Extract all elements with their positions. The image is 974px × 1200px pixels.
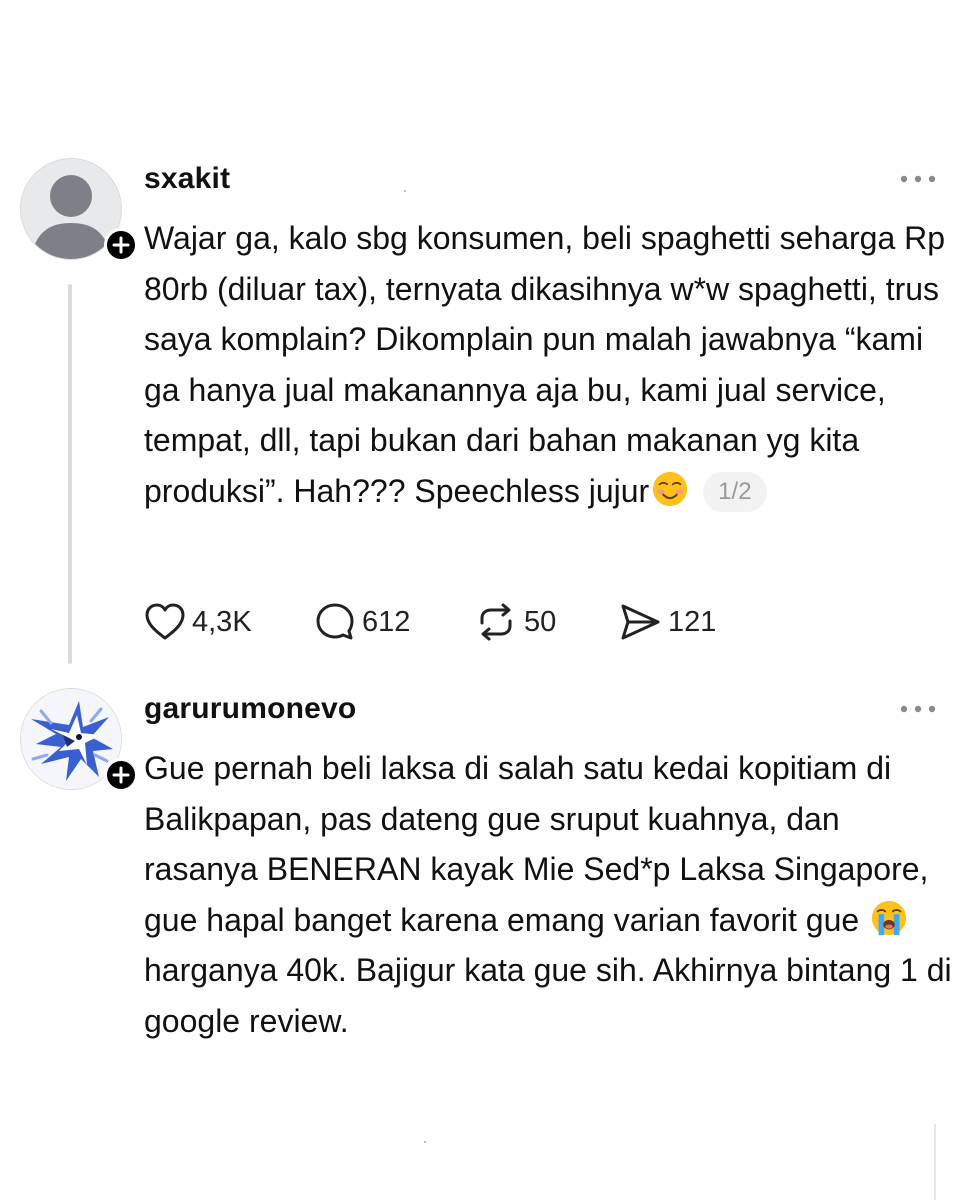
plus-icon bbox=[112, 766, 130, 784]
share-count: 121 bbox=[668, 605, 717, 638]
repost-icon bbox=[480, 603, 512, 641]
share-icon bbox=[621, 604, 660, 640]
post-text-before-emoji: Gue pernah beli laksa di salah satu keda… bbox=[144, 750, 929, 938]
username[interactable]: garurumonevo bbox=[144, 692, 356, 726]
reply-button[interactable]: 612 bbox=[314, 600, 410, 644]
username[interactable]: sxakit bbox=[144, 162, 230, 196]
post-1-avatar-wrap[interactable] bbox=[20, 158, 138, 262]
post-2-avatar-wrap[interactable] bbox=[20, 688, 138, 792]
more-options-icon bbox=[900, 705, 936, 713]
post-text-after-emoji: harganya 40k. Bajigur kata gue sih. Akhi… bbox=[144, 952, 952, 1039]
thread-connector-line bbox=[68, 284, 72, 664]
post-text: Wajar ga, kalo sbg konsumen, beli spaghe… bbox=[144, 213, 959, 516]
plus-icon bbox=[112, 236, 130, 254]
more-options-button[interactable] bbox=[898, 702, 938, 714]
heart-icon bbox=[145, 603, 185, 640]
page-indicator: 1/2 bbox=[703, 471, 767, 512]
divider-dot bbox=[404, 190, 406, 192]
action-bar: 4,3K 612 50 121 bbox=[144, 600, 784, 644]
repost-button[interactable]: 50 bbox=[474, 600, 556, 644]
post-text: Gue pernah beli laksa di salah satu keda… bbox=[144, 743, 959, 1046]
more-options-button[interactable] bbox=[898, 172, 938, 184]
comment-icon bbox=[316, 603, 354, 640]
scroll-edge-line bbox=[934, 1124, 936, 1200]
loudly-crying-face-emoji bbox=[871, 900, 907, 935]
divider-dot bbox=[424, 1141, 426, 1143]
more-options-icon bbox=[900, 175, 936, 183]
repost-count: 50 bbox=[524, 605, 557, 638]
reply-count: 612 bbox=[362, 605, 411, 638]
like-button[interactable]: 4,3K bbox=[144, 600, 252, 644]
post-text-content: Wajar ga, kalo sbg konsumen, beli spaghe… bbox=[144, 220, 946, 509]
smiling-face-emoji bbox=[653, 471, 688, 506]
like-count: 4,3K bbox=[192, 605, 252, 638]
follow-button[interactable] bbox=[104, 758, 138, 792]
follow-button[interactable] bbox=[104, 228, 138, 262]
share-button[interactable]: 121 bbox=[618, 600, 716, 644]
